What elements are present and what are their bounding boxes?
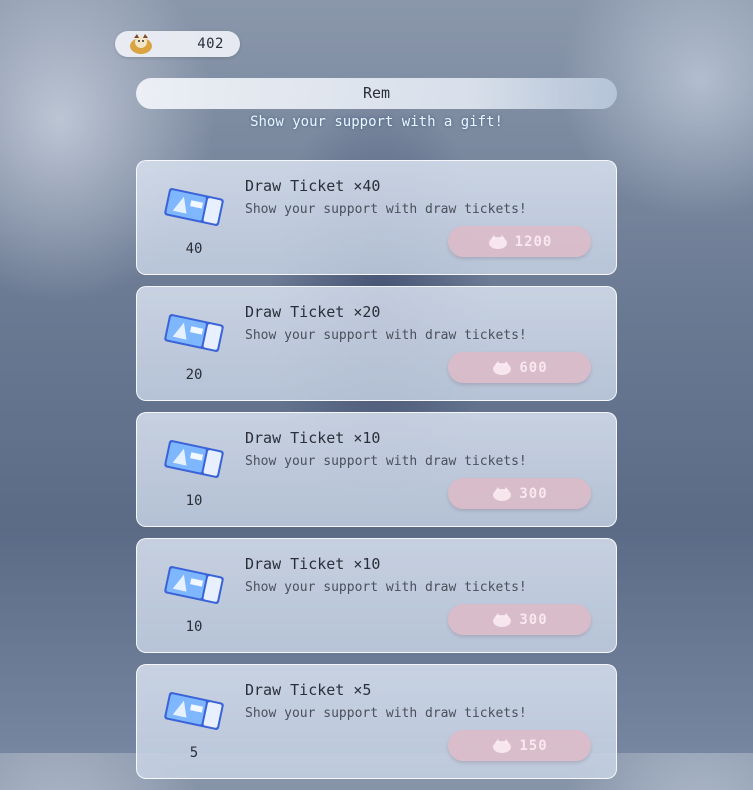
currency-icon [493,612,512,627]
currency-icon [488,234,507,249]
buy-button[interactable]: 300 [448,604,591,635]
draw-ticket-icon [164,314,224,352]
character-name: Rem [362,84,391,102]
page-subtitle: Show your support with a gift! [250,114,503,130]
price-label: 300 [519,485,548,502]
currency-icon [493,738,512,753]
currency-icon [493,360,512,375]
gift-quantity: 5 [189,745,199,761]
gift-title: Draw Ticket ×20 [245,303,381,321]
gift-description: Show your support with draw tickets! [245,706,527,721]
draw-ticket-icon [164,188,224,226]
gift-description: Show your support with draw tickets! [245,328,527,343]
gift-title: Draw Ticket ×40 [245,177,381,195]
gift-quantity: 20 [185,367,203,383]
gift-card: 40 Draw Ticket ×40 Show your support wit… [136,160,617,275]
gift-card: 20 Draw Ticket ×20 Show your support wit… [136,286,617,401]
price-label: 150 [519,737,548,754]
buy-button[interactable]: 300 [448,478,591,509]
buy-button[interactable]: 1200 [448,226,591,257]
price-label: 300 [519,611,548,628]
gift-quantity: 10 [185,619,203,635]
gift-quantity: 40 [185,241,203,257]
currency-display: 402 [115,31,240,57]
gift-list: 40 Draw Ticket ×40 Show your support wit… [136,160,617,790]
buy-button[interactable]: 150 [448,730,591,761]
gift-title: Draw Ticket ×5 [245,681,372,699]
page-title: Rem [136,78,617,109]
mascot-coin-icon [130,34,152,54]
gift-quantity: 10 [185,493,203,509]
draw-ticket-icon [164,566,224,604]
gift-title: Draw Ticket ×10 [245,429,381,447]
currency-icon [493,486,512,501]
gift-description: Show your support with draw tickets! [245,202,527,217]
buy-button[interactable]: 600 [448,352,591,383]
price-label: 1200 [514,233,553,250]
draw-ticket-icon [164,692,224,730]
gift-description: Show your support with draw tickets! [245,580,527,595]
gift-card: 10 Draw Ticket ×10 Show your support wit… [136,412,617,527]
price-label: 600 [519,359,548,376]
gift-card: 10 Draw Ticket ×10 Show your support wit… [136,538,617,653]
draw-ticket-icon [164,440,224,478]
gift-card: 5 Draw Ticket ×5 Show your support with … [136,664,617,779]
currency-amount: 402 [197,36,224,52]
gift-description: Show your support with draw tickets! [245,454,527,469]
gift-title: Draw Ticket ×10 [245,555,381,573]
